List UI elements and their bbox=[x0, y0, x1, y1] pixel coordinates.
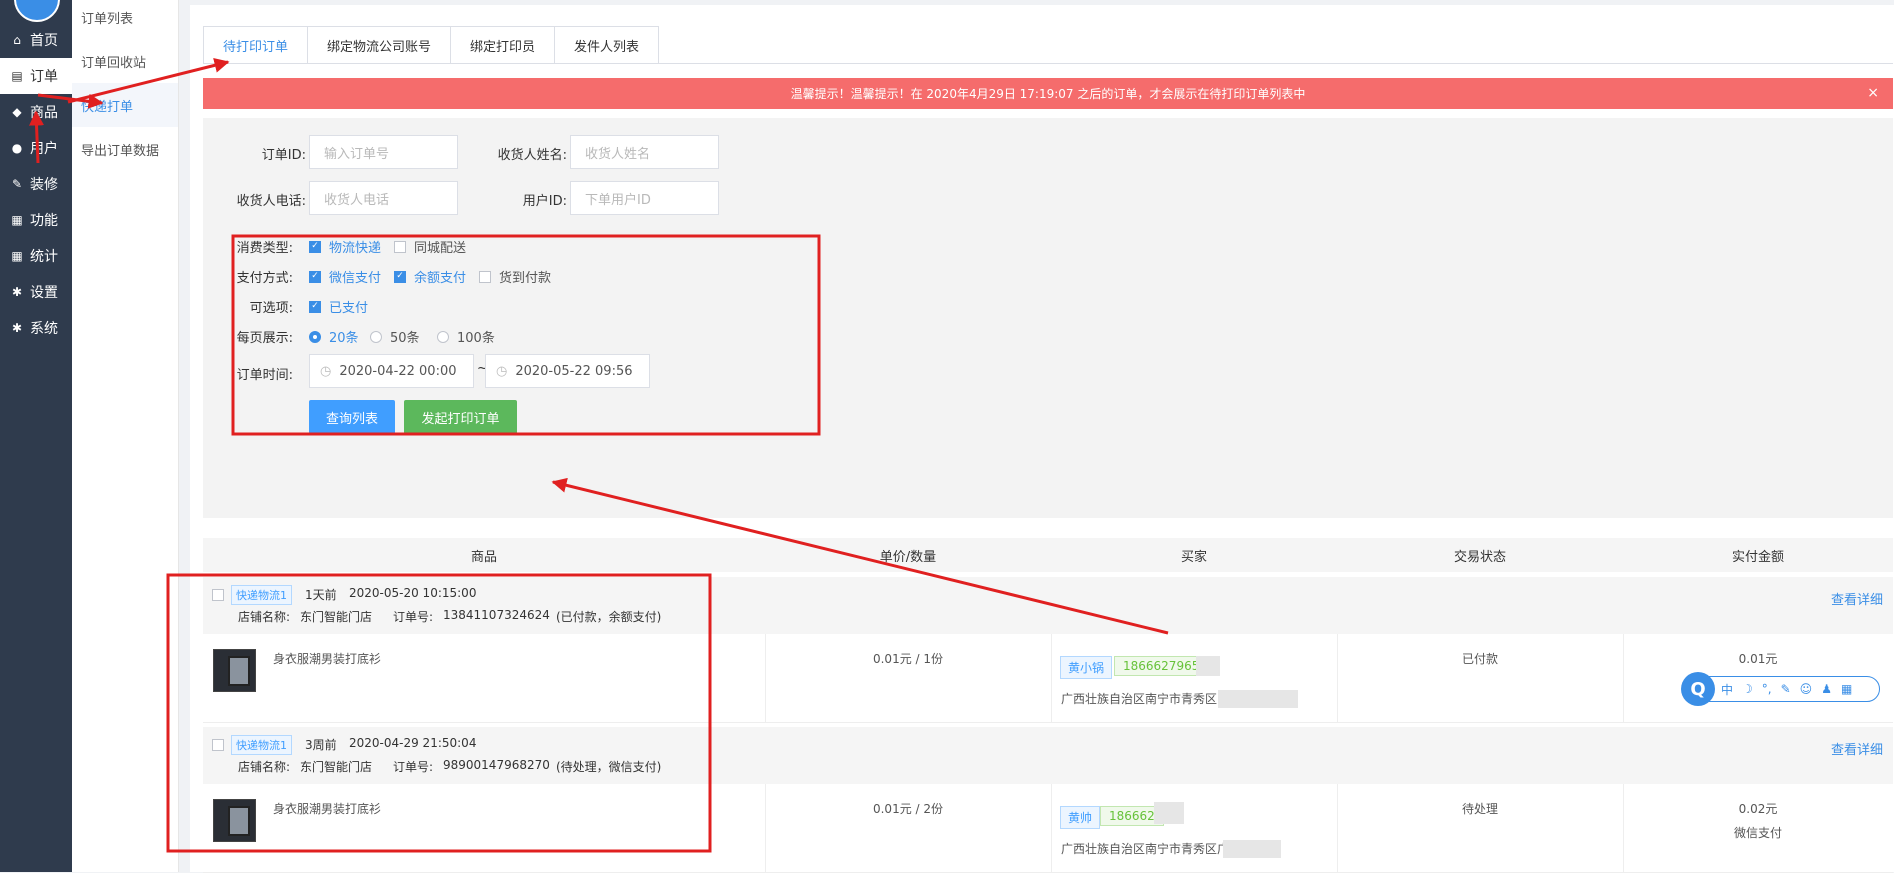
annotation-overlay bbox=[29, 57, 1169, 853]
filter-highlight-box bbox=[231, 234, 821, 436]
orders-highlight-box bbox=[166, 573, 712, 853]
arrow-to-orders bbox=[29, 110, 45, 164]
arrow-to-tab bbox=[67, 57, 230, 104]
arrow-to-print-button bbox=[551, 477, 1169, 635]
